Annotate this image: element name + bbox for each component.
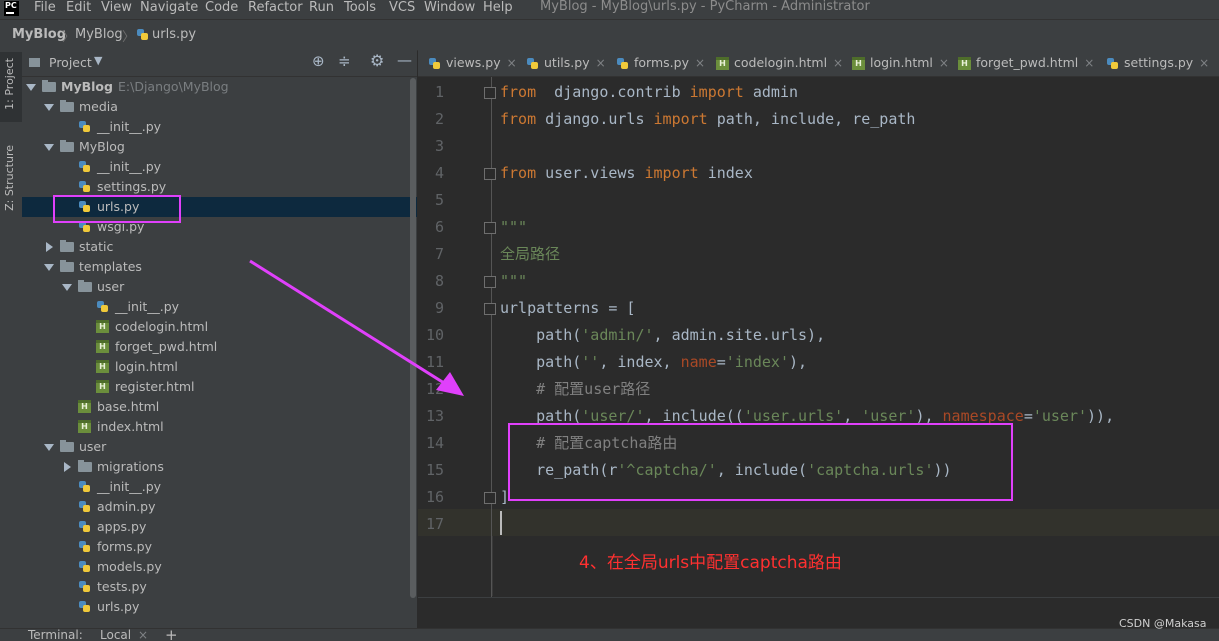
annotation-arrow [249,259,464,396]
watermark: CSDN @Makasa [1119,617,1207,630]
arrow-head-icon [436,372,464,396]
annotation-text: 4、在全局urls中配置captcha路由 [579,553,842,573]
arrow-shaft [249,259,453,390]
